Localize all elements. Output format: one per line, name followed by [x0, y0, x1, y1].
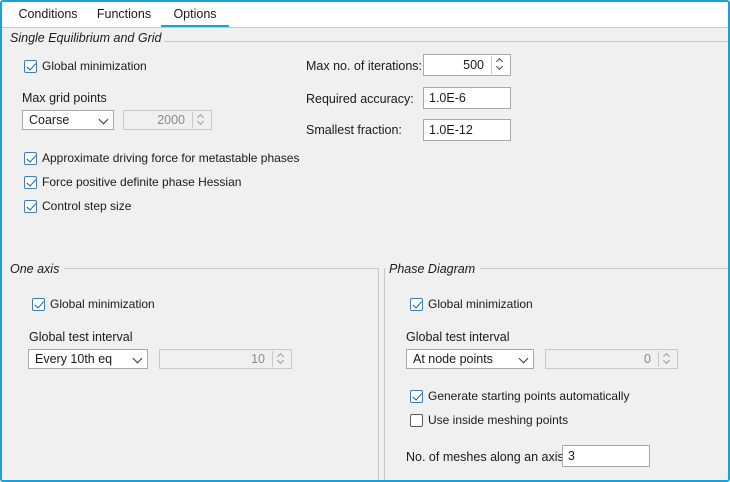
use-inside-meshing-checkbox[interactable]: Use inside meshing points — [410, 411, 568, 429]
checkbox-label: Global minimization — [428, 297, 533, 311]
required-accuracy-input[interactable]: 1.0E-6 — [423, 87, 511, 109]
select-value: Coarse — [29, 113, 70, 127]
checkbox-box[interactable] — [410, 413, 423, 427]
spinner-value: 500 — [463, 58, 484, 72]
one-axis-test-interval-select[interactable]: Every 10th eq — [28, 349, 148, 369]
chevron-down-icon — [132, 353, 143, 364]
checkbox-box[interactable] — [24, 151, 37, 165]
group-title-one-axis: One axis — [10, 262, 63, 276]
tab-bar: Conditions Functions Options — [2, 2, 728, 28]
checkbox-label: Global minimization — [50, 297, 155, 311]
approx-driving-force-checkbox[interactable]: Approximate driving force for metastable… — [24, 149, 299, 167]
checkbox-label: Generate starting points automatically — [428, 389, 630, 403]
checkbox-label: Use inside meshing points — [428, 413, 569, 427]
global-minimization-checkbox[interactable]: Global minimization — [24, 57, 147, 75]
meshes-along-axis-input[interactable]: 3 — [562, 445, 650, 467]
checkbox-box[interactable] — [24, 175, 37, 189]
checkbox-box[interactable] — [24, 199, 37, 213]
checkbox-box[interactable] — [410, 389, 423, 403]
checkbox-box[interactable] — [410, 297, 423, 311]
one-axis-global-minimization-checkbox[interactable]: Global minimization — [32, 295, 155, 313]
group-border — [384, 268, 385, 480]
group-divider — [158, 41, 728, 42]
smallest-fraction-label: Smallest fraction: — [306, 123, 402, 137]
phase-diagram-global-minimization-checkbox[interactable]: Global minimization — [410, 295, 533, 313]
checkbox-box[interactable] — [24, 59, 37, 73]
max-iterations-spinner[interactable]: 500 — [423, 54, 511, 76]
checkbox-label: Force positive definite phase Hessian — [42, 175, 242, 189]
phase-diagram-test-interval-label: Global test interval — [406, 330, 510, 344]
phase-diagram-test-interval-select[interactable]: At node points — [406, 349, 534, 369]
spin-arrows-icon — [272, 351, 289, 367]
select-value: Every 10th eq — [35, 352, 113, 366]
spin-arrows-icon — [658, 351, 675, 367]
spinner-value: 2000 — [157, 113, 185, 127]
max-grid-points-select[interactable]: Coarse — [22, 110, 114, 130]
checkbox-label: Control step size — [42, 199, 132, 213]
options-window: Conditions Functions Options Single Equi… — [0, 0, 730, 482]
smallest-fraction-input[interactable]: 1.0E-12 — [423, 119, 511, 141]
required-accuracy-label: Required accuracy: — [306, 92, 414, 106]
meshes-along-axis-label: No. of meshes along an axis: — [406, 450, 568, 464]
spinner-value: 10 — [251, 352, 265, 366]
max-iterations-label: Max no. of iterations: — [306, 59, 423, 73]
one-axis-test-interval-spinner: 10 — [159, 349, 292, 369]
checkbox-label: Global minimization — [42, 59, 147, 73]
options-panel: Single Equilibrium and Grid Global minim… — [2, 28, 728, 480]
group-title-single-equilibrium: Single Equilibrium and Grid — [10, 31, 165, 45]
group-divider — [64, 268, 378, 269]
tab-options[interactable]: Options — [161, 2, 229, 27]
max-grid-points-label: Max grid points — [22, 91, 107, 105]
spin-arrows-icon[interactable] — [491, 56, 508, 74]
checkbox-label: Approximate driving force for metastable… — [42, 151, 300, 165]
checkbox-box[interactable] — [32, 297, 45, 311]
chevron-down-icon — [518, 353, 529, 364]
force-hessian-checkbox[interactable]: Force positive definite phase Hessian — [24, 173, 241, 191]
select-value: At node points — [413, 352, 493, 366]
generate-starting-points-checkbox[interactable]: Generate starting points automatically — [410, 387, 629, 405]
one-axis-test-interval-label: Global test interval — [29, 330, 133, 344]
chevron-down-icon — [98, 114, 109, 125]
group-divider — [480, 268, 728, 269]
tab-functions[interactable]: Functions — [88, 2, 160, 26]
control-step-size-checkbox[interactable]: Control step size — [24, 197, 131, 215]
spin-arrows-icon — [192, 112, 209, 128]
group-title-phase-diagram: Phase Diagram — [389, 262, 479, 276]
spinner-value: 0 — [644, 352, 651, 366]
tab-conditions[interactable]: Conditions — [8, 2, 88, 26]
max-grid-points-spinner: 2000 — [123, 110, 212, 130]
group-border — [378, 268, 379, 480]
phase-diagram-test-interval-spinner: 0 — [545, 349, 678, 369]
